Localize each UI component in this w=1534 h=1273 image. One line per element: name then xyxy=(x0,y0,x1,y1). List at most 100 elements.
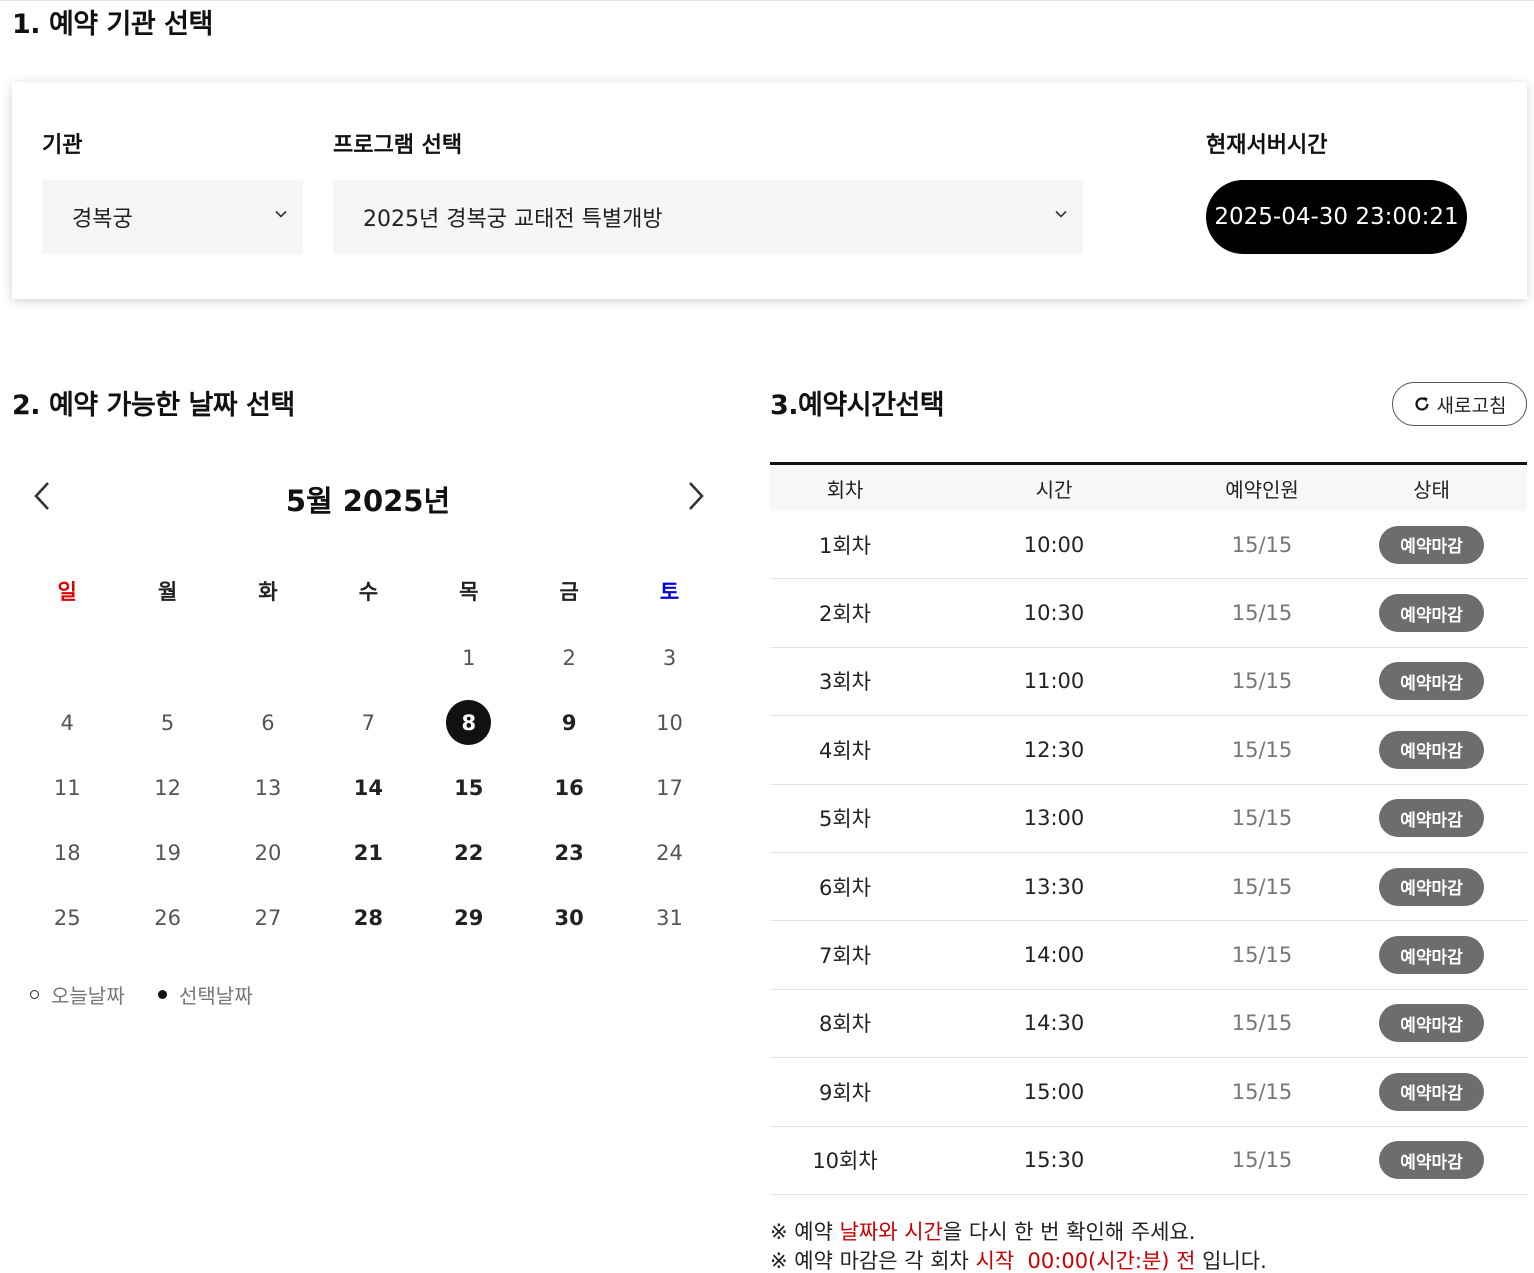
time-cell: 13:00 xyxy=(1023,806,1085,831)
round-cell: 1회차 xyxy=(818,533,871,558)
weekday-mon: 월 xyxy=(157,580,178,604)
status-cell: 예약마감 xyxy=(1336,867,1527,906)
next-month-icon[interactable] xyxy=(681,476,711,516)
status-badge[interactable]: 예약마감 xyxy=(1379,867,1484,906)
calendar-day[interactable]: 16 xyxy=(519,755,619,820)
legend-selected-label: 선택날짜 xyxy=(179,984,253,1008)
calendar-weekday-row: 일 월 화 수 목 금 토 xyxy=(17,560,720,625)
round-cell: 6회차 xyxy=(818,875,871,900)
time-table: 회차 시간 예약인원 상태 1회차 10:00 15/15 예약마감 2회차 10:30 1… xyxy=(770,462,1527,1195)
status-cell: 예약마감 xyxy=(1336,799,1527,838)
calendar-day[interactable]: 14 xyxy=(318,755,418,820)
calendar-day[interactable]: 9 xyxy=(519,690,619,755)
calendar-day: 18 xyxy=(53,840,81,865)
status-badge[interactable]: 예약마감 xyxy=(1379,525,1484,564)
round-cell: 5회차 xyxy=(818,807,871,832)
status-cell: 예약마감 xyxy=(1336,1141,1527,1180)
status-cell: 예약마감 xyxy=(1336,662,1527,701)
calendar-day: 13 xyxy=(254,775,282,800)
institution-value: 경복궁 xyxy=(72,207,133,232)
refresh-button[interactable]: 새로고침 xyxy=(1392,382,1527,426)
calendar-day: 17 xyxy=(656,775,683,800)
calendar-day: 20 xyxy=(254,840,282,865)
table-row: 6회차 13:30 15/15 예약마감 xyxy=(770,853,1527,922)
calendar-day[interactable]: 21 xyxy=(318,820,418,885)
refresh-icon xyxy=(1414,397,1429,411)
col-status: 상태 xyxy=(1413,477,1450,502)
prev-month-icon[interactable] xyxy=(27,476,57,516)
time-cell: 15:00 xyxy=(1023,1079,1085,1104)
calendar-day[interactable]: 30 xyxy=(519,885,619,950)
top-divider xyxy=(0,0,1534,1)
count-cell: 15/15 xyxy=(1231,1148,1293,1173)
table-row: 4회차 12:30 15/15 예약마감 xyxy=(770,716,1527,785)
note-line-2: ※ 예약 마감은 각 회차 시작 00:00(시간:분) 전 입니다. xyxy=(770,1247,1267,1273)
status-badge[interactable]: 예약마감 xyxy=(1379,594,1484,633)
status-badge[interactable]: 예약마감 xyxy=(1379,1141,1484,1180)
calendar-week-row: 4 5 6 7 8 9 10 xyxy=(17,690,720,755)
calendar-day: 31 xyxy=(656,905,683,930)
table-row: 9회차 15:00 15/15 예약마감 xyxy=(770,1058,1527,1127)
status-cell: 예약마감 xyxy=(1336,936,1527,975)
calendar-empty-cell xyxy=(117,625,217,690)
table-row: 1회차 10:00 15/15 예약마감 xyxy=(770,511,1527,580)
calendar-day: 2 xyxy=(562,645,576,670)
legend-selected: 선택날짜 xyxy=(158,980,253,1009)
calendar-empty-cell xyxy=(218,625,318,690)
calendar-day[interactable]: 8 xyxy=(419,690,519,755)
weekday-fri: 금 xyxy=(559,580,579,604)
institution-select[interactable]: 경복궁 xyxy=(42,180,303,254)
status-badge[interactable]: 예약마감 xyxy=(1379,936,1484,975)
table-row: 7회차 14:00 15/15 예약마감 xyxy=(770,921,1527,990)
status-badge[interactable]: 예약마감 xyxy=(1379,1072,1484,1111)
note-line-1: ※ 예약 날짜와 시간을 다시 한 번 확인해 주세요. xyxy=(770,1218,1267,1247)
calendar-day: 19 xyxy=(154,840,181,865)
program-label: 프로그램 선택 xyxy=(333,133,463,158)
calendar-day: 25 xyxy=(53,905,81,930)
calendar-day[interactable]: 28 xyxy=(318,885,418,950)
chevron-down-icon xyxy=(275,210,287,218)
status-badge[interactable]: 예약마감 xyxy=(1379,1004,1484,1043)
status-badge[interactable]: 예약마감 xyxy=(1379,730,1484,769)
round-cell: 10회차 xyxy=(812,1149,878,1174)
calendar-day[interactable]: 29 xyxy=(419,885,519,950)
note2-part-c: 입니다. xyxy=(1195,1249,1267,1273)
time-cell: 12:30 xyxy=(1023,737,1085,762)
col-time: 시간 xyxy=(1035,477,1073,502)
time-cell: 10:00 xyxy=(1023,532,1085,557)
count-cell: 15/15 xyxy=(1231,669,1293,694)
calendar-day: 7 xyxy=(361,710,376,735)
calendar-day: 12 xyxy=(154,775,181,800)
institution-panel: 기관 경복궁 프로그램 선택 2025년 경복궁 교태전 특별개방 현재서버시간… xyxy=(12,82,1527,299)
section3-title: 3.예약시간선택 xyxy=(770,390,945,421)
note2-part-a: ※ 예약 마감은 각 회차 xyxy=(770,1249,976,1273)
status-badge[interactable]: 예약마감 xyxy=(1379,799,1484,838)
table-row: 8회차 14:30 15/15 예약마감 xyxy=(770,990,1527,1059)
round-cell: 9회차 xyxy=(818,1080,871,1105)
col-round: 회차 xyxy=(826,477,864,502)
table-header: 회차 시간 예약인원 상태 xyxy=(770,462,1527,511)
table-row: 2회차 10:30 15/15 예약마감 xyxy=(770,579,1527,648)
col-count: 예약인원 xyxy=(1225,477,1299,502)
time-cell: 14:00 xyxy=(1023,943,1085,968)
selected-day-marker: 8 xyxy=(446,700,492,745)
round-cell: 4회차 xyxy=(818,738,871,763)
status-badge[interactable]: 예약마감 xyxy=(1379,662,1484,701)
program-value: 2025년 경복궁 교태전 특별개방 xyxy=(363,207,663,232)
calendar-day[interactable]: 22 xyxy=(419,820,519,885)
count-cell: 15/15 xyxy=(1231,1011,1293,1036)
calendar-day[interactable]: 23 xyxy=(519,820,619,885)
note1-highlight: 날짜와 시간 xyxy=(839,1220,943,1244)
calendar-day[interactable]: 15 xyxy=(419,755,519,820)
status-cell: 예약마감 xyxy=(1336,1072,1527,1111)
round-cell: 8회차 xyxy=(818,1012,871,1037)
weekday-thu: 목 xyxy=(459,580,479,604)
program-select[interactable]: 2025년 경복궁 교태전 특별개방 xyxy=(333,180,1083,254)
calendar-day: 26 xyxy=(154,905,181,930)
calendar-day: 24 xyxy=(656,840,683,865)
time-cell: 10:30 xyxy=(1023,601,1085,626)
calendar-week-row: 25 26 27 28 29 30 31 xyxy=(17,885,720,950)
selected-dot-icon xyxy=(158,990,167,999)
status-cell: 예약마감 xyxy=(1336,525,1527,564)
today-dot-icon xyxy=(30,990,39,999)
